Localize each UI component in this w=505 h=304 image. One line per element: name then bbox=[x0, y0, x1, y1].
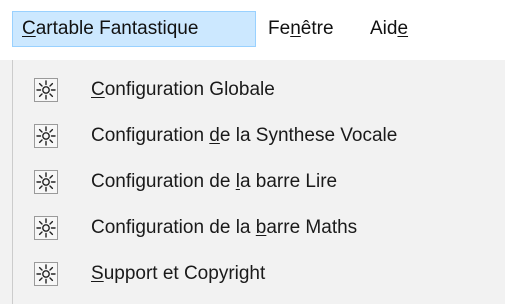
sun-gear-icon bbox=[34, 78, 58, 102]
sun-gear-icon bbox=[34, 262, 58, 286]
menu-item-configuration-synthese-vocale[interactable]: Configuration de la Synthese Vocale bbox=[13, 113, 505, 159]
menu-item-label: Support et Copyright bbox=[91, 263, 266, 284]
sun-gear-icon bbox=[34, 216, 58, 240]
application-window: Cartable Fantastique Fenêtre Aide Config… bbox=[0, 0, 505, 304]
menu-fenetre[interactable]: Fenêtre bbox=[268, 11, 358, 47]
menu-aide[interactable]: Aide bbox=[370, 11, 440, 47]
menu-fenetre-label: Fenêtre bbox=[268, 18, 334, 39]
menu-bar: Cartable Fantastique Fenêtre Aide bbox=[0, 0, 505, 60]
sun-gear-icon bbox=[34, 170, 58, 194]
menu-item-configuration-barre-lire[interactable]: Configuration de la barre Lire bbox=[13, 159, 505, 205]
menu-cartable-fantastique-label: Cartable Fantastique bbox=[22, 18, 199, 39]
menu-item-configuration-globale[interactable]: Configuration Globale bbox=[13, 67, 505, 113]
cartable-fantastique-dropdown-menu: Configuration Globale Configuration de l… bbox=[12, 60, 505, 304]
menu-item-label: Configuration Globale bbox=[91, 79, 275, 100]
menu-aide-label: Aide bbox=[370, 18, 409, 39]
menu-item-configuration-barre-maths[interactable]: Configuration de la barre Maths bbox=[13, 205, 505, 251]
menu-item-label: Configuration de la Synthese Vocale bbox=[91, 125, 398, 146]
menu-item-label: Configuration de la barre Lire bbox=[91, 171, 338, 192]
menu-item-support-copyright[interactable]: Support et Copyright bbox=[13, 251, 505, 297]
sun-gear-icon bbox=[34, 124, 58, 148]
menu-item-label: Configuration de la barre Maths bbox=[91, 217, 358, 238]
menu-cartable-fantastique[interactable]: Cartable Fantastique bbox=[12, 11, 256, 47]
